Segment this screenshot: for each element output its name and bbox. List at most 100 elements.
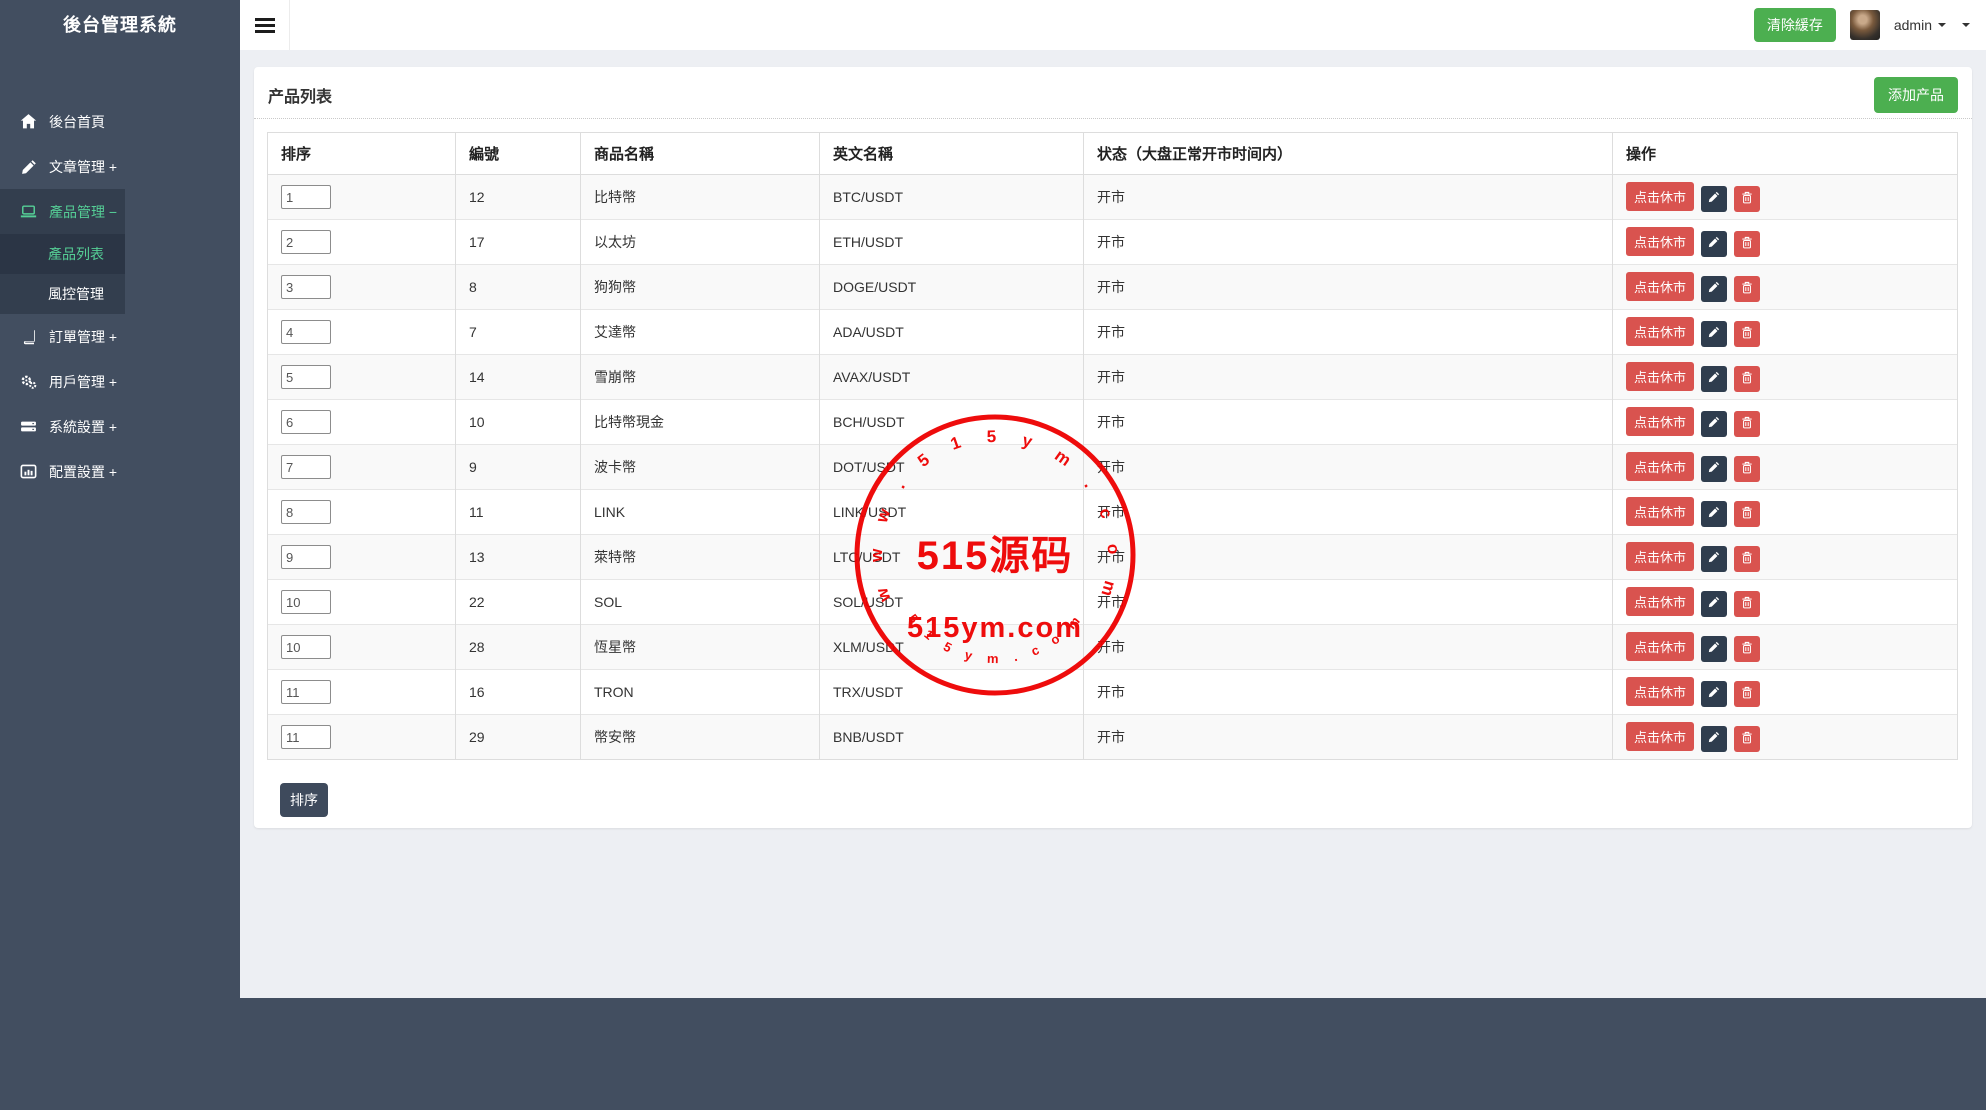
product-name-cell: 波卡幣 [581,445,820,490]
suspend-market-button[interactable]: 点击休市 [1626,722,1694,751]
sort-order-input[interactable] [281,320,331,344]
edit-button[interactable] [1701,186,1727,212]
product-en-name-cell: BCH/USDT [820,400,1084,445]
delete-button[interactable] [1734,546,1760,572]
edit-button[interactable] [1701,411,1727,437]
sort-order-input[interactable] [281,545,331,569]
product-id-cell: 13 [456,535,581,580]
sidebar-item-users[interactable]: 用戶管理 + [0,359,240,404]
chevron-down-icon[interactable] [1962,23,1970,27]
pencil-icon [1708,371,1720,386]
suspend-market-button[interactable]: 点击休市 [1626,317,1694,346]
suspend-market-button[interactable]: 点击休市 [1626,272,1694,301]
avatar[interactable] [1850,10,1880,40]
delete-button[interactable] [1734,636,1760,662]
delete-button[interactable] [1734,276,1760,302]
delete-button[interactable] [1734,411,1760,437]
edit-button[interactable] [1701,501,1727,527]
pencil-icon [1708,326,1720,341]
suspend-market-button[interactable]: 点击休市 [1626,452,1694,481]
sort-order-input[interactable] [281,725,331,749]
edit-button[interactable] [1701,726,1727,752]
suspend-market-button[interactable]: 点击休市 [1626,362,1694,391]
product-status-cell: 开市 [1084,355,1613,400]
table-row: 28 恆星幣 XLM/USDT 开市 点击休市 [268,625,1958,670]
delete-button[interactable] [1734,231,1760,257]
delete-button[interactable] [1734,321,1760,347]
suspend-market-button[interactable]: 点击休市 [1626,632,1694,661]
sort-order-input[interactable] [281,185,331,209]
delete-button[interactable] [1734,726,1760,752]
cogs-icon [20,373,37,390]
sidebar-item-label: 用戶管理 + [49,372,117,392]
table-row: 11 LINK LINK/USDT 开市 点击休市 [268,490,1958,535]
delete-button[interactable] [1734,681,1760,707]
trash-icon [1741,461,1753,477]
sidebar-item-articles[interactable]: 文章管理 + [0,144,240,189]
suspend-market-button[interactable]: 点击休市 [1626,677,1694,706]
header-name: 商品名稱 [581,133,820,175]
sort-order-input[interactable] [281,590,331,614]
suspend-market-button[interactable]: 点击休市 [1626,542,1694,571]
sidebar-toggle-button[interactable] [240,0,290,50]
product-name-cell: 幣安幣 [581,715,820,760]
pencil-icon [1708,236,1720,251]
sort-order-input[interactable] [281,410,331,434]
sort-order-input[interactable] [281,230,331,254]
user-dropdown[interactable]: admin [1894,17,1946,33]
sidebar-subitem-product-list[interactable]: 產品列表 [0,234,125,274]
product-status-cell: 开市 [1084,220,1613,265]
trash-icon [1741,416,1753,432]
sidebar-item-label: 產品管理 − [49,202,117,222]
edit-button[interactable] [1701,546,1727,572]
product-en-name-cell: DOT/USDT [820,445,1084,490]
product-en-name-cell: BNB/USDT [820,715,1084,760]
trash-icon [1741,596,1753,612]
suspend-market-button[interactable]: 点击休市 [1626,182,1694,211]
sidebar-item-products[interactable]: 產品管理 − [0,189,125,234]
header-sort: 排序 [268,133,456,175]
product-id-cell: 12 [456,175,581,220]
delete-button[interactable] [1734,366,1760,392]
sort-order-input[interactable] [281,455,331,479]
edit-button[interactable] [1701,276,1727,302]
product-status-cell: 开市 [1084,310,1613,355]
edit-button[interactable] [1701,231,1727,257]
sort-order-input[interactable] [281,365,331,389]
clear-cache-button[interactable]: 清除緩存 [1754,8,1836,42]
sort-order-input[interactable] [281,635,331,659]
suspend-market-button[interactable]: 点击休市 [1626,407,1694,436]
suspend-market-button[interactable]: 点击休市 [1626,497,1694,526]
pencil-icon [1708,731,1720,746]
edit-button[interactable] [1701,366,1727,392]
sort-submit-button[interactable]: 排序 [280,783,328,817]
sidebar-item-orders[interactable]: 訂單管理 + [0,314,240,359]
footer [0,998,1986,1110]
sort-order-input[interactable] [281,500,331,524]
delete-button[interactable] [1734,591,1760,617]
sort-order-input[interactable] [281,680,331,704]
product-id-cell: 28 [456,625,581,670]
edit-button[interactable] [1701,591,1727,617]
add-product-button[interactable]: 添加产品 [1874,77,1958,113]
sidebar-item-label: 配置設置 + [49,462,117,482]
delete-button[interactable] [1734,501,1760,527]
pencil-icon [1708,506,1720,521]
product-status-cell: 开市 [1084,580,1613,625]
delete-button[interactable] [1734,456,1760,482]
edit-button[interactable] [1701,321,1727,347]
suspend-market-button[interactable]: 点击休市 [1626,587,1694,616]
sidebar-item-dashboard[interactable]: 後台首頁 [0,99,240,144]
delete-button[interactable] [1734,186,1760,212]
sidebar-subitem-risk-control[interactable]: 風控管理 [0,274,125,314]
sidebar-item-label: 後台首頁 [49,112,105,132]
product-name-cell: 艾達幣 [581,310,820,355]
edit-button[interactable] [1701,636,1727,662]
sidebar-item-config-settings[interactable]: 配置設置 + [0,449,240,494]
edit-button[interactable] [1701,681,1727,707]
suspend-market-button[interactable]: 点击休市 [1626,227,1694,256]
sort-order-input[interactable] [281,275,331,299]
sidebar-item-system-settings[interactable]: 系統設置 + [0,404,240,449]
edit-button[interactable] [1701,456,1727,482]
product-id-cell: 16 [456,670,581,715]
